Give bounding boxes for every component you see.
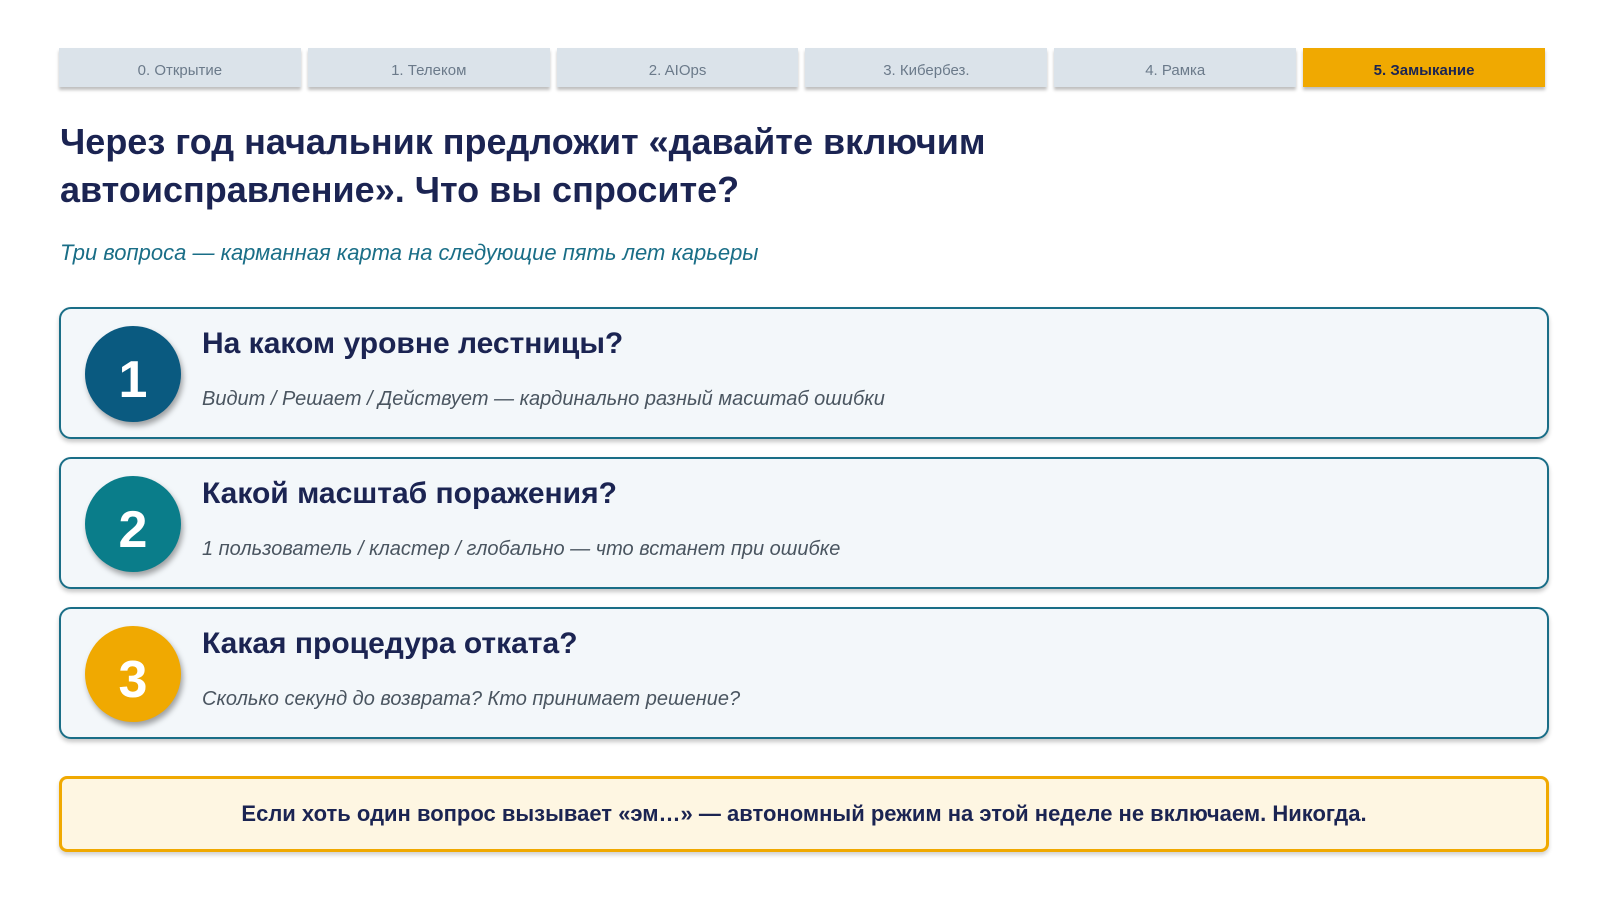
question-description-1: Видит / Решает / Действует — кардинально… — [202, 388, 885, 410]
question-card-3: 3 Какая процедура отката? Сколько секунд… — [59, 607, 1549, 739]
question-card-1: 1 На каком уровне лестницы? Видит / Реша… — [59, 307, 1549, 439]
question-list: 1 На каком уровне лестницы? Видит / Реша… — [59, 307, 1549, 757]
slide-title: Через год начальник предложит «давайте в… — [60, 121, 986, 210]
question-number-badge-1: 1 — [85, 326, 181, 422]
question-number-badge-2: 2 — [85, 476, 181, 572]
slide-subtitle: Три вопроса — карманная карта на следующ… — [60, 240, 759, 265]
question-card-2: 2 Какой масштаб поражения? 1 пользовател… — [59, 457, 1549, 589]
question-description-3: Сколько секунд до возврата? Кто принимае… — [202, 688, 741, 710]
warning-callout: Если хоть один вопрос вызывает «эм…» — а… — [59, 776, 1549, 852]
tab-closing[interactable]: 5. Замыкание — [1303, 48, 1545, 87]
tab-cybersecurity[interactable]: 3. Кибербез. — [805, 48, 1048, 87]
question-title-3: Какая процедура отката? — [202, 627, 578, 660]
question-number-badge-3: 3 — [85, 626, 181, 722]
tab-telecom[interactable]: 1. Телеком — [307, 48, 550, 87]
question-title-2: Какой масштаб поражения? — [202, 477, 617, 510]
tab-opening[interactable]: 0. Открытие — [59, 48, 301, 87]
tab-framework[interactable]: 4. Рамка — [1054, 48, 1297, 87]
section-tab-bar: 0. Открытие 1. Телеком 2. AIOps 3. Кибер… — [59, 48, 1545, 87]
question-title-1: На каком уровне лестницы? — [202, 327, 624, 360]
tab-aiops[interactable]: 2. AIOps — [556, 48, 799, 87]
question-description-2: 1 пользователь / кластер / глобально — ч… — [202, 538, 841, 560]
